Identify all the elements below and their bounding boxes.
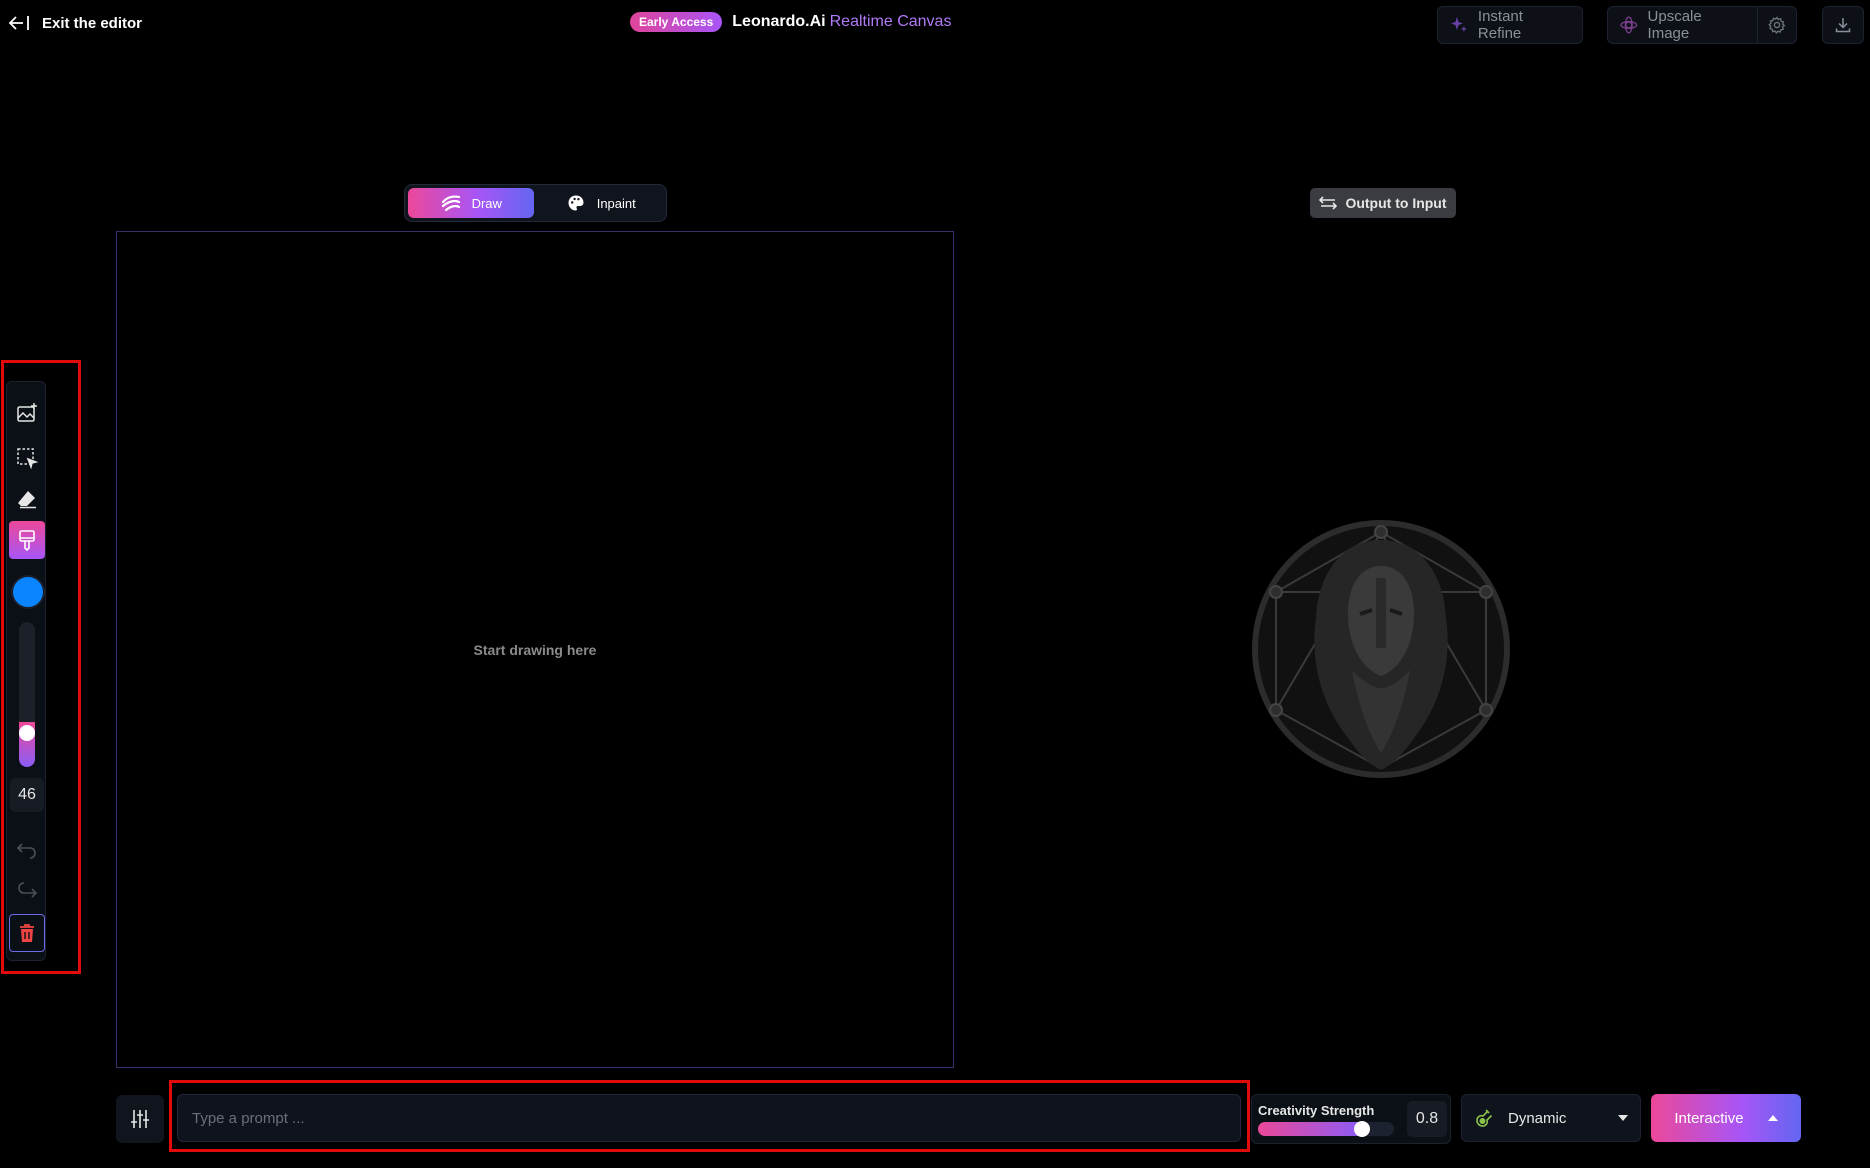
brush-size-slider[interactable] [19, 622, 35, 767]
trash-icon [20, 924, 34, 942]
swap-arrows-icon [1319, 196, 1338, 210]
brush-size-value[interactable]: 46 [10, 778, 44, 812]
brand-name: Leonardo.Ai [732, 13, 826, 30]
exit-editor-label: Exit the editor [42, 14, 143, 32]
output-to-input-label: Output to Input [1345, 195, 1447, 211]
brand-subtitle: Realtime Canvas [829, 13, 952, 30]
instant-refine-button[interactable]: Instant Refine [1437, 6, 1583, 44]
creativity-strength-knob[interactable] [1354, 1121, 1370, 1137]
upscale-image-label: Upscale Image [1647, 8, 1702, 42]
interactive-mode-label: Interactive [1674, 1109, 1744, 1127]
eraser-tool[interactable] [9, 480, 45, 518]
brush-tool[interactable] [9, 521, 45, 559]
instant-refine-label: Instant Refine [1477, 8, 1523, 42]
prompt-input[interactable] [177, 1094, 1241, 1142]
download-icon [1835, 18, 1851, 33]
palette-icon [568, 195, 584, 211]
exit-editor-button[interactable]: Exit the editor [8, 14, 142, 32]
draw-scribble-icon [441, 195, 460, 212]
creativity-strength-fill [1258, 1122, 1362, 1136]
gear-icon [1768, 16, 1786, 34]
creativity-strength-slider[interactable] [1258, 1122, 1394, 1136]
upscale-image-button[interactable]: Upscale Image [1607, 6, 1757, 44]
potion-icon [1476, 1109, 1493, 1127]
creativity-strength-value[interactable]: 0.8 [1407, 1101, 1447, 1137]
canvas-hint: Start drawing here [473, 641, 597, 658]
tab-inpaint[interactable]: Inpaint [538, 188, 664, 218]
brush-icon [19, 530, 35, 551]
creativity-strength-label: Creativity Strength [1258, 1103, 1375, 1118]
style-preset-label: Dynamic [1508, 1109, 1567, 1127]
eraser-icon [18, 491, 36, 509]
sparkle-icon [1450, 17, 1467, 32]
tab-draw-label: Draw [471, 195, 502, 211]
settings-button[interactable] [1757, 6, 1797, 44]
add-image-icon [17, 403, 37, 422]
exit-arrow-icon [8, 16, 29, 30]
redo-button[interactable] [9, 872, 45, 910]
mode-toggle: Draw Inpaint [404, 184, 667, 222]
undo-button[interactable] [9, 831, 45, 869]
drawing-toolbar: 46 [6, 381, 46, 961]
redo-icon [18, 882, 38, 898]
creativity-strength-control: Creativity Strength 0.8 [1251, 1094, 1451, 1144]
upscale-icon [1620, 16, 1638, 34]
leonardo-logo-preview [1252, 520, 1510, 778]
chevron-down-icon [1618, 1115, 1628, 1121]
select-tool[interactable] [9, 439, 45, 477]
undo-icon [16, 843, 36, 859]
interactive-mode-button[interactable]: Interactive [1651, 1094, 1801, 1142]
sliders-icon [131, 1110, 149, 1128]
select-icon [17, 448, 38, 469]
output-to-input-button[interactable]: Output to Input [1310, 188, 1456, 218]
drawing-canvas[interactable]: Start drawing here [116, 231, 954, 1068]
tab-draw[interactable]: Draw [408, 188, 534, 218]
clear-canvas-button[interactable] [9, 914, 45, 952]
style-preset-select[interactable]: Dynamic [1461, 1094, 1641, 1142]
add-image-tool[interactable] [9, 394, 45, 432]
chevron-up-icon [1767, 1115, 1778, 1121]
brush-color-picker[interactable] [13, 577, 43, 607]
app-title: Early Access Leonardo.Ai Realtime Canvas [630, 12, 951, 32]
download-button[interactable] [1822, 6, 1864, 44]
tab-inpaint-label: Inpaint [596, 195, 636, 211]
generation-settings-button[interactable] [116, 1095, 164, 1143]
early-access-badge: Early Access [630, 12, 723, 32]
